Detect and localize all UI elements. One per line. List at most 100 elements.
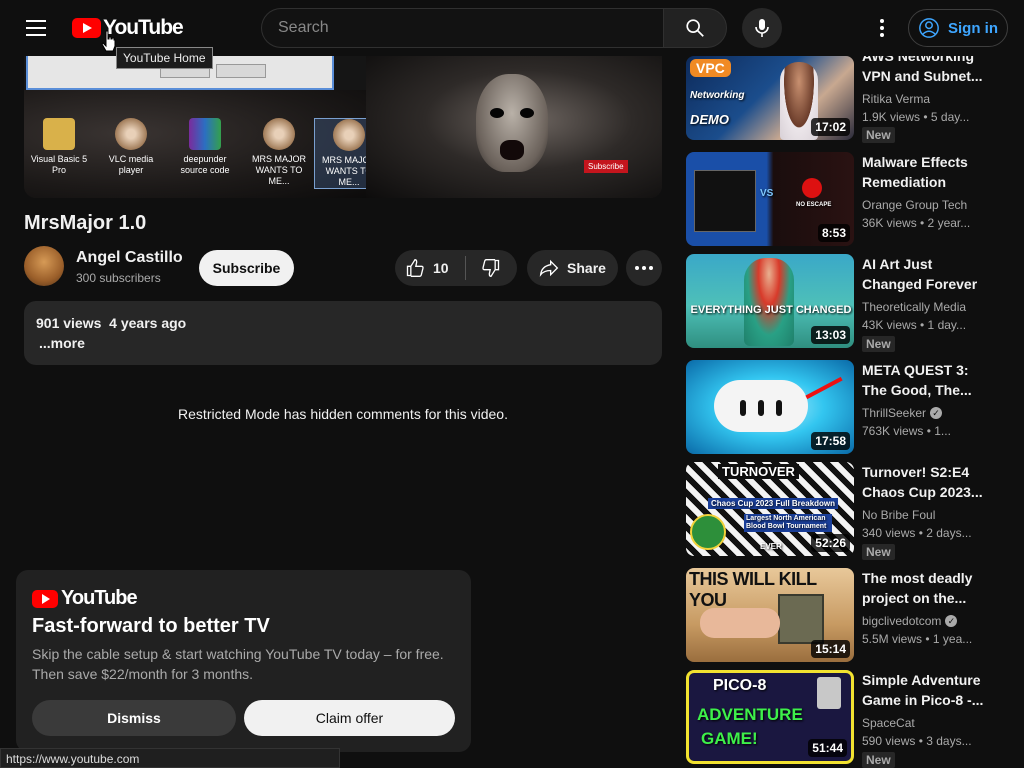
sensor (758, 400, 764, 416)
recommendation-title[interactable]: Simple Adventure Game in Pico-8 -... (862, 670, 986, 710)
channel-name[interactable]: ThrillSeeker (862, 406, 926, 420)
duration-badge: 51:44 (808, 739, 847, 757)
voice-search-button[interactable] (742, 8, 782, 48)
promo-headline: Fast-forward to better TV (32, 615, 270, 637)
youtube-logo[interactable]: YouTube (72, 16, 184, 39)
thumb-text: NO ESCAPE (796, 202, 832, 208)
desktop-icon-label: deepunder source code (180, 154, 230, 175)
channel-name[interactable]: Ritika Verma (862, 92, 930, 106)
thumb-text: TURNOVER (718, 464, 799, 479)
video-thumbnail[interactable]: PICO-8 ADVENTURE GAME! 51:44 (686, 670, 854, 764)
video-thumbnail[interactable]: VPC Networking DEMO 17:02 (686, 56, 854, 140)
claim-offer-button[interactable]: Claim offer (244, 700, 455, 736)
video-thumbnail[interactable]: THIS WILL KILL YOU 15:14 (686, 568, 854, 662)
subscriber-count: 300 subscribers (76, 271, 161, 285)
account-icon (919, 18, 939, 38)
thumb-text: PICO-8 (713, 677, 767, 694)
recommendation-title[interactable]: META QUEST 3: The Good, The... (862, 360, 986, 400)
verified-icon: ✓ (945, 615, 958, 627)
handheld-console-icon (817, 677, 841, 709)
video-title: MrsMajor 1.0 (24, 212, 147, 234)
subscribe-button[interactable]: Subscribe (199, 250, 294, 286)
menu-icon[interactable] (20, 12, 52, 44)
video-thumbnail[interactable]: EVERYTHING JUST CHANGED 13:03 (686, 254, 854, 348)
channel-name[interactable]: Theoretically Media (862, 300, 966, 314)
recommendation-channel[interactable]: Theoretically Media (862, 300, 966, 314)
sign-in-button[interactable]: Sign in (908, 9, 1008, 47)
settings-menu-icon[interactable] (866, 12, 898, 44)
desktop-icon-label: MRS MAJOR WANTS TO ME... (252, 154, 306, 186)
search-input[interactable] (278, 19, 664, 37)
video-thumbnail[interactable]: VS NO ESCAPE 8:53 (686, 152, 854, 246)
duration-badge: 17:02 (811, 118, 850, 136)
duration-badge: 8:53 (817, 224, 850, 242)
more-actions-icon[interactable] (626, 250, 662, 286)
skull-icon (333, 119, 365, 151)
dialog-button (216, 64, 266, 78)
sensor (740, 400, 746, 416)
video-horror-face: Subscribe (366, 56, 662, 198)
recommendation-title[interactable]: AI Art Just Changed Forever (862, 254, 986, 294)
sensor (776, 400, 782, 416)
desktop-icon: VLC media player (96, 118, 166, 176)
thumb-text: VS (760, 188, 774, 199)
eye (490, 108, 504, 118)
duration-badge: 15:14 (811, 640, 850, 658)
ghoul-face (476, 74, 548, 172)
console-window (694, 170, 756, 232)
channel-name[interactable]: SpaceCat (862, 716, 915, 730)
video-thumbnail[interactable]: 17:58 (686, 360, 854, 454)
winrar-icon (189, 118, 221, 150)
recommendation-channel[interactable]: Orange Group Tech (862, 198, 967, 212)
thumb-text: THIS WILL KILL YOU (689, 569, 817, 610)
thumb-text: Largest North American Blood Bowl Tourna… (744, 514, 832, 532)
description-more-link[interactable]: ...more (39, 335, 85, 351)
recommendation-channel[interactable]: ThrillSeeker ✓ (862, 406, 943, 420)
recommendation-title[interactable]: Turnover! S2:E4 Chaos Cup 2023... (862, 462, 986, 502)
channel-name[interactable]: No Bribe Foul (862, 508, 935, 522)
thumb-text: EVER (760, 542, 782, 551)
dismiss-button[interactable]: Dismiss (32, 700, 236, 736)
skull-icon (115, 118, 147, 150)
recommendation-channel[interactable]: SpaceCat (862, 716, 915, 730)
view-count: 901 views (36, 315, 102, 331)
mouth (500, 140, 524, 160)
share-label: Share (567, 260, 606, 276)
logo-tooltip: YouTube Home (116, 47, 213, 69)
video-player[interactable]: Visual Basic 5 Pro VLC media player deep… (24, 56, 662, 198)
recommendation-channel[interactable]: bigclivedotcom ✓ (862, 614, 958, 628)
hand-image (700, 608, 780, 638)
like-button[interactable]: 10 (395, 250, 465, 286)
red-arrow-icon (805, 376, 843, 400)
search-button[interactable] (663, 8, 727, 48)
recommendation-meta: 340 views • 2 days... (862, 526, 972, 540)
share-button[interactable]: Share (527, 250, 618, 286)
channel-name[interactable]: Angel Castillo (76, 249, 183, 267)
microphone-icon (755, 19, 769, 37)
thumb-text: VPC (690, 59, 731, 77)
dislike-button[interactable] (466, 250, 516, 286)
video-thumbnail[interactable]: TURNOVER Chaos Cup 2023 Full Breakdown L… (686, 462, 854, 556)
restricted-mode-notice: Restricted Mode has hidden comments for … (178, 406, 508, 422)
verified-icon: ✓ (930, 407, 943, 419)
channel-name[interactable]: Orange Group Tech (862, 198, 967, 212)
recommendation-title[interactable]: Malware Effects Remediation Too... (862, 152, 986, 192)
thumbs-down-icon (482, 259, 500, 278)
description-box[interactable]: 901 views 4 years ago ...more (24, 301, 662, 365)
channel-avatar[interactable] (24, 246, 64, 286)
youtube-watch-page: YouTube Sign in YouTube Home (0, 0, 1024, 768)
recommendation-channel[interactable]: No Bribe Foul (862, 508, 935, 522)
promo-logo-text: YouTube (61, 587, 138, 609)
skull-wallpaper: Visual Basic 5 Pro VLC media player deep… (24, 90, 384, 198)
search-box[interactable] (261, 8, 664, 48)
recommendation-channel[interactable]: Ritika Verma (862, 92, 930, 106)
skull-icon (263, 118, 295, 150)
channel-name[interactable]: bigclivedotcom (862, 614, 941, 628)
recommendation-meta: 763K views • 1... (862, 424, 951, 438)
promo-logo: YouTube (32, 587, 138, 610)
youtube-play-icon (72, 18, 101, 38)
recommendation-meta: 43K views • 1 day... (862, 318, 967, 332)
recommendation-meta: 1.9K views • 5 day... (862, 110, 970, 124)
recommendation-title[interactable]: The most deadly project on the... (862, 568, 986, 608)
like-dislike-group: 10 (395, 250, 517, 286)
